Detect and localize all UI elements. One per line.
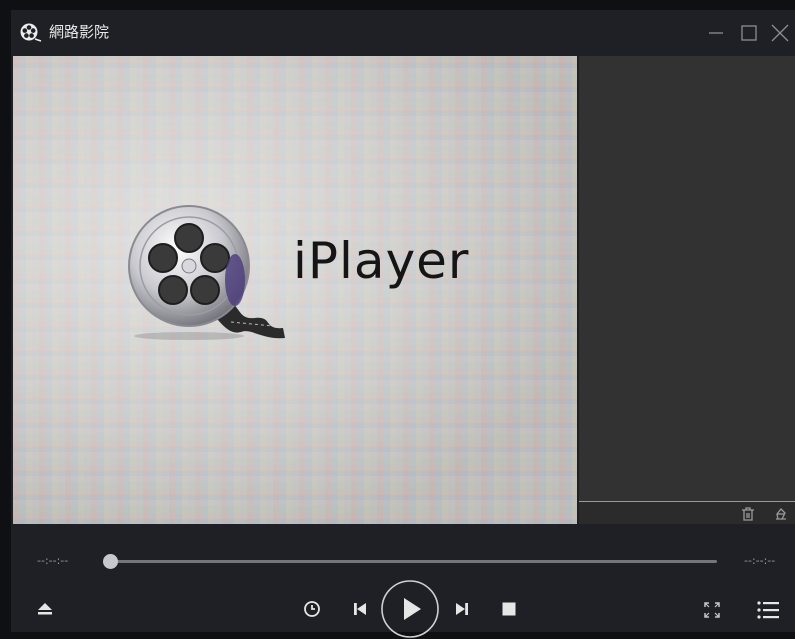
skip-next-icon [456,603,468,615]
stop-icon [502,602,516,616]
player-window: 網路影院 iPlayer --:--:-- --:--:-- [11,10,795,638]
stop-button[interactable] [501,601,517,617]
next-button[interactable] [453,600,471,618]
video-area[interactable]: iPlayer [13,56,577,524]
fullscreen-button[interactable] [702,600,722,620]
brand-text: iPlayer [293,232,470,290]
eject-icon [38,603,52,615]
minimize-icon [709,32,723,34]
timer-button[interactable] [302,599,322,619]
clear-playlist-button[interactable] [772,505,790,523]
previous-button[interactable] [351,600,369,618]
clock-icon [304,601,320,617]
close-icon [771,24,789,42]
current-time: --:--:-- [37,554,69,567]
film-reel-logo [128,205,285,340]
trash-icon [742,507,754,521]
play-button[interactable] [380,579,440,639]
playlist-toggle-button[interactable] [756,599,780,621]
eraser-icon [776,508,786,520]
window-title: 網路影院 [49,23,110,41]
playlist-panel[interactable] [579,56,795,524]
skip-previous-icon [354,603,366,615]
control-bar: --:--:-- --:--:-- [11,524,795,638]
minimize-button[interactable] [701,18,731,48]
maximize-icon [741,25,757,41]
fullscreen-icon [704,602,720,618]
seek-bar[interactable] [103,554,717,569]
close-button[interactable] [765,18,795,48]
total-time: --:--:-- [744,554,776,567]
playlist-icon [757,601,779,619]
eject-button[interactable] [35,600,55,618]
title-bar[interactable]: 網路影院 [11,10,795,56]
play-icon [381,580,439,638]
maximize-button[interactable] [734,18,764,48]
film-reel-icon[interactable] [18,20,42,44]
playlist-footer [579,501,795,524]
delete-button[interactable] [739,505,757,523]
seek-handle[interactable] [103,554,118,569]
